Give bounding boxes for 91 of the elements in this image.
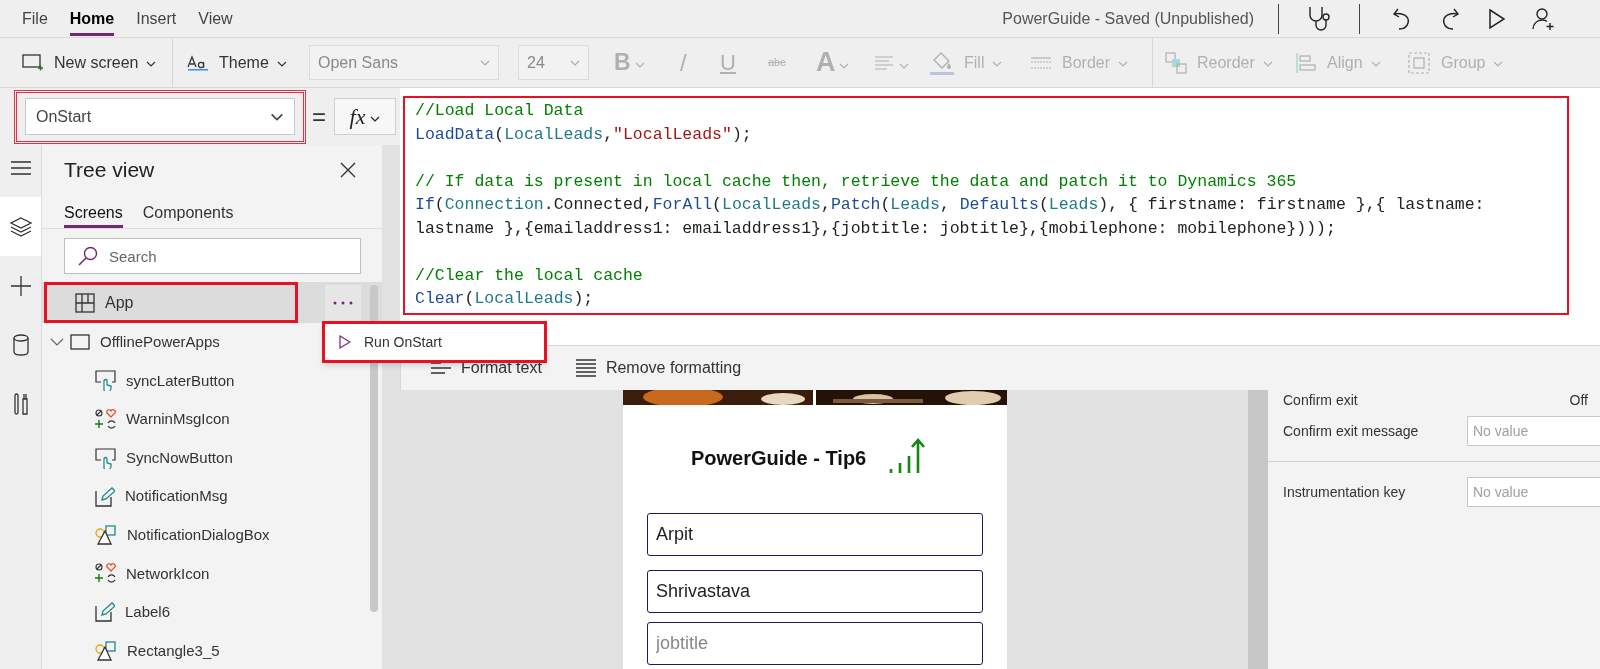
tree-item[interactable]: App	[44, 282, 298, 323]
tools-icon	[12, 392, 29, 415]
search-icon	[78, 246, 98, 266]
code-line: If(Connection.Connected,ForAll(LocalLeads,Patch(Leads, Defaults(Leads), { firstname: firstname },{ lastname:	[415, 194, 1486, 216]
lines-icon	[431, 362, 451, 374]
panel-tab[interactable]: Components	[142, 198, 234, 228]
caret-icon	[838, 62, 849, 69]
undo-icon[interactable]	[1392, 6, 1412, 31]
ellipsis-icon	[333, 300, 353, 305]
code-line: Clear(LocalLeads);	[415, 288, 595, 310]
chevron-icon[interactable]	[50, 338, 64, 347]
property-field[interactable]: No value	[1467, 477, 1600, 507]
icon-set-icon	[95, 409, 116, 430]
new-screen-icon	[22, 53, 44, 72]
property-label: Instrumentation key	[1283, 482, 1407, 502]
tree-item[interactable]: NotificationDialogBox	[42, 515, 342, 555]
caret-icon	[1262, 60, 1273, 67]
search-field[interactable]: Search	[64, 238, 361, 274]
tree-item[interactable]: NetworkIcon	[42, 554, 342, 594]
caret-icon	[570, 59, 580, 66]
text-input[interactable]: jobtitle	[647, 622, 983, 665]
caret-icon	[146, 60, 157, 67]
play-icon[interactable]	[1488, 7, 1506, 30]
code-line: // If data is present in local cache then, retrieve the data and patch it to Dynamics 365	[415, 170, 1298, 193]
icon-set-icon	[95, 563, 116, 585]
menu-tab[interactable]: View	[198, 0, 233, 37]
theme-icon	[187, 54, 209, 71]
code-line: lastname },{emailaddress1: emailaddress1},{jobtitle: jobtitle},{mobilephone: mobilephone})));	[415, 217, 1337, 240]
caret-icon	[276, 60, 287, 67]
menu-tab[interactable]: File	[22, 0, 48, 37]
tree-item[interactable]: WarninMsgIcon	[42, 400, 342, 439]
app-status: PowerGuide - Saved (Unpublished)	[1002, 8, 1254, 29]
property-label: Confirm exit	[1283, 390, 1358, 410]
play-icon	[339, 335, 351, 349]
panel-tab[interactable]: Screens	[64, 198, 123, 228]
caret-icon	[480, 59, 490, 66]
caret-icon	[270, 112, 284, 121]
menu-icon	[10, 160, 31, 175]
screen-icon	[70, 334, 90, 351]
code-line: //Load Local Data	[415, 100, 585, 122]
remove-formatting-button[interactable]: Remove formatting	[575, 356, 742, 380]
scrollbar[interactable]	[1248, 390, 1268, 669]
button-control-icon	[95, 370, 116, 392]
code-editor[interactable]	[403, 96, 1569, 315]
property-label: Confirm exit message	[1283, 421, 1420, 441]
text-input[interactable]: Shrivastava	[647, 570, 983, 613]
button-control-icon	[95, 447, 116, 469]
database-icon	[12, 333, 29, 356]
code-line: //Clear the local cache	[415, 264, 644, 287]
fx-button[interactable]: fx	[334, 98, 396, 135]
panel-title: Tree view	[64, 157, 155, 184]
text-align-icon	[874, 54, 896, 71]
label-control-icon	[95, 602, 115, 623]
reorder-icon	[1165, 51, 1187, 74]
property-field[interactable]: No value	[1467, 416, 1600, 446]
tree-item[interactable]: Rectangle3_5	[42, 631, 342, 669]
redo-icon[interactable]	[1440, 6, 1460, 31]
caret-icon	[634, 61, 645, 68]
shape-icon	[95, 525, 117, 546]
lines-icon	[575, 359, 596, 377]
property-dropdown[interactable]: OnStart	[25, 98, 295, 135]
layers-icon	[9, 216, 32, 237]
app-title: PowerGuide - Tip6	[691, 446, 867, 471]
label-control-icon	[95, 486, 115, 507]
equals-sign: =	[312, 101, 326, 132]
border-icon	[1030, 56, 1052, 69]
plus-icon	[10, 275, 31, 296]
stethoscope-icon[interactable]	[1306, 4, 1332, 33]
group-icon	[1407, 50, 1431, 75]
text-input[interactable]: Arpit	[647, 513, 983, 556]
tree-item[interactable]: syncLaterButton	[42, 361, 342, 401]
tree-item[interactable]: Label6	[42, 593, 342, 632]
new-screen-button[interactable]: New screen	[22, 50, 172, 75]
shape-icon	[95, 641, 117, 662]
caret-icon	[1118, 60, 1129, 67]
app-icon	[75, 292, 95, 313]
menu-tab[interactable]: Home	[69, 0, 115, 37]
close-icon[interactable]	[340, 162, 356, 178]
theme-button[interactable]: Theme	[187, 50, 309, 75]
caret-icon	[899, 62, 909, 69]
caret-icon	[992, 60, 1003, 67]
tree-item[interactable]: SyncNowButton	[42, 438, 342, 478]
code-line: LoadData(LocalLeads,"LocalLeads");	[415, 123, 753, 146]
caret-icon	[370, 115, 381, 122]
caret-icon	[1370, 60, 1381, 67]
add-user-icon[interactable]	[1532, 6, 1556, 31]
caret-icon	[1493, 60, 1504, 67]
menu-tab[interactable]: Insert	[136, 0, 177, 37]
align-icon	[1295, 51, 1317, 74]
tree-item[interactable]: NotificationMsg	[42, 477, 342, 516]
toggle-value: Off	[1569, 390, 1588, 410]
